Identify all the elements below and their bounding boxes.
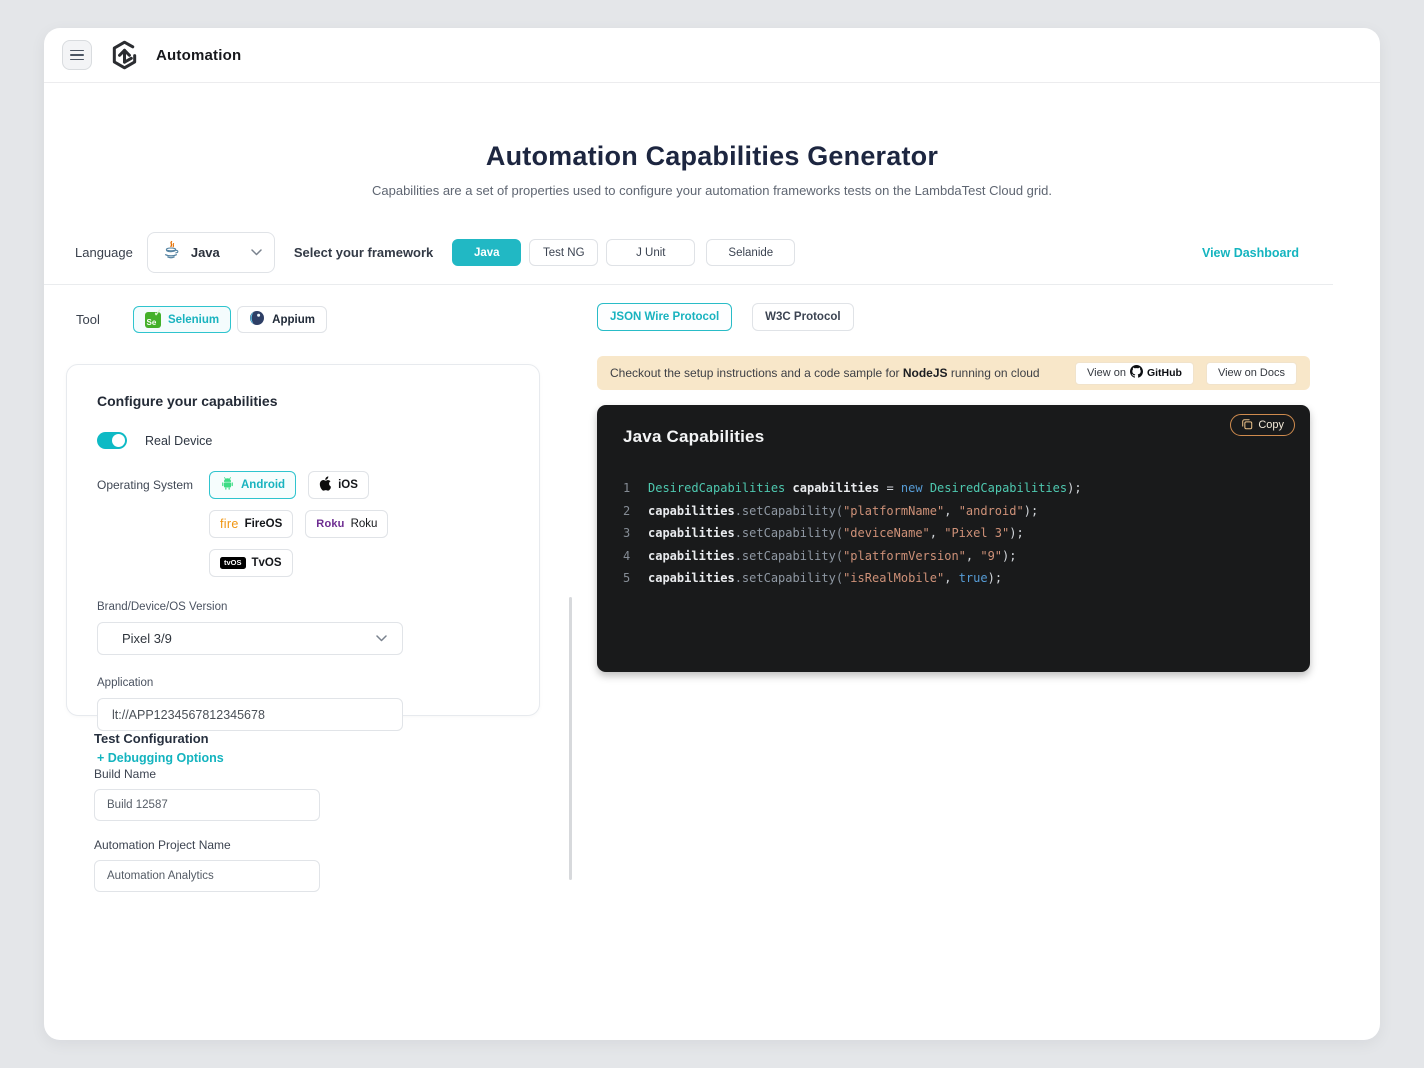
view-on-github-button[interactable]: View on GitHub <box>1075 362 1194 385</box>
os-options: Android iOS fire FireOS <box>209 471 459 577</box>
fire-logo: fire <box>220 517 239 531</box>
chevron-down-icon <box>251 249 262 256</box>
framework-label: Select your framework <box>294 245 433 260</box>
os-fireos-button[interactable]: fire FireOS <box>209 510 293 538</box>
os-fireos-label: FireOS <box>245 518 283 530</box>
tool-selenium-label: Selenium <box>168 314 219 326</box>
operating-system-label: Operating System <box>97 471 209 577</box>
view-on-docs-button[interactable]: View on Docs <box>1206 362 1297 385</box>
framework-tab-selanide[interactable]: Selanide <box>706 239 795 266</box>
code-line: 4capabilities.setCapability("platformVer… <box>623 545 1294 568</box>
hero: Automation Capabilities Generator Capabi… <box>44 141 1380 198</box>
view-dashboard-link[interactable]: View Dashboard <box>1202 246 1299 260</box>
tool-appium-button[interactable]: Appium <box>237 306 327 333</box>
os-android-button[interactable]: Android <box>209 471 296 499</box>
tool-appium-label: Appium <box>272 314 315 326</box>
code-line: 1DesiredCapabilities capabilities = new … <box>623 477 1294 500</box>
language-select[interactable]: Java <box>147 232 275 273</box>
menu-button[interactable] <box>62 40 92 70</box>
page-title: Automation Capabilities Generator <box>44 141 1380 172</box>
main-content: Tool Se ✓ Selenium Appium <box>44 285 1380 1032</box>
chevron-down-icon <box>376 635 387 642</box>
app-window: Automation Automation Capabilities Gener… <box>44 28 1380 1040</box>
project-name-input[interactable] <box>94 860 320 892</box>
language-value: Java <box>191 245 220 260</box>
device-version-label: Brand/Device/OS Version <box>97 601 509 613</box>
os-tvos-button[interactable]: tvOS TvOS <box>209 549 293 577</box>
scrollbar-thumb[interactable] <box>569 597 572 880</box>
github-icon <box>1130 365 1143 381</box>
lambdatest-logo-icon <box>109 39 140 71</box>
topbar: Automation <box>44 28 1380 83</box>
os-ios-button[interactable]: iOS <box>308 471 369 499</box>
real-device-label: Real Device <box>145 434 212 448</box>
apple-icon <box>319 476 332 494</box>
framework-tab-testng[interactable]: Test NG <box>529 239 598 266</box>
os-roku-button[interactable]: Roku Roku <box>305 510 388 538</box>
notice-text: Checkout the setup instructions and a co… <box>610 366 1040 380</box>
tab-w3c-protocol[interactable]: W3C Protocol <box>752 303 853 331</box>
android-icon <box>220 476 235 494</box>
code-line: 3capabilities.setCapability("deviceName"… <box>623 522 1294 545</box>
framework-tab-java[interactable]: Java <box>452 239 521 266</box>
copy-icon <box>1241 418 1253 433</box>
code-panel-title: Java Capabilities <box>623 427 764 447</box>
test-configuration-section: Test Configuration Build Name Automation… <box>94 731 320 909</box>
tool-row: Tool Se ✓ Selenium Appium <box>76 306 333 333</box>
build-name-label: Build Name <box>94 767 320 781</box>
application-label: Application <box>97 677 509 689</box>
code-body: 1DesiredCapabilities capabilities = new … <box>623 477 1294 590</box>
roku-logo: Roku <box>316 518 344 530</box>
build-name-input[interactable] <box>94 789 320 821</box>
os-ios-label: iOS <box>338 479 358 491</box>
test-configuration-title: Test Configuration <box>94 731 320 746</box>
project-name-label: Automation Project Name <box>94 838 320 852</box>
protocol-tabs: JSON Wire Protocol W3C Protocol <box>597 303 1310 331</box>
code-panel: Java Capabilities Copy 1DesiredCapabilit… <box>597 405 1310 672</box>
language-row: Language Java Select your framework Java <box>44 232 1380 273</box>
config-panel-title: Configure your capabilities <box>97 393 509 409</box>
code-line: 5capabilities.setCapability("isRealMobil… <box>623 567 1294 590</box>
tvos-logo: tvOS <box>220 557 246 570</box>
os-roku-label: Roku <box>351 518 378 530</box>
hamburger-icon <box>70 50 84 52</box>
language-label: Language <box>75 245 133 260</box>
setup-notice-banner: Checkout the setup instructions and a co… <box>597 356 1310 390</box>
os-android-label: Android <box>241 479 285 491</box>
appium-icon <box>249 310 265 329</box>
app-title: Automation <box>156 47 241 64</box>
right-column: JSON Wire Protocol W3C Protocol Checkout… <box>597 303 1310 672</box>
configure-capabilities-panel: Configure your capabilities Real Device … <box>66 364 540 716</box>
tool-selenium-button[interactable]: Se ✓ Selenium <box>133 306 231 333</box>
page-subtitle: Capabilities are a set of properties use… <box>44 183 1380 198</box>
device-version-value: Pixel 3/9 <box>122 631 172 646</box>
tab-json-wire-protocol[interactable]: JSON Wire Protocol <box>597 303 732 331</box>
operating-system-row: Operating System <box>97 471 509 577</box>
code-line: 2capabilities.setCapability("platformNam… <box>623 500 1294 523</box>
selenium-icon: Se ✓ <box>145 312 161 328</box>
application-input[interactable] <box>97 698 403 731</box>
os-tvos-label: TvOS <box>252 557 282 569</box>
framework-tab-junit[interactable]: J Unit <box>606 239 695 266</box>
real-device-toggle[interactable] <box>97 432 127 449</box>
tool-label: Tool <box>76 312 133 327</box>
real-device-row: Real Device <box>97 432 509 449</box>
java-icon <box>161 240 181 265</box>
device-version-select[interactable]: Pixel 3/9 <box>97 622 403 655</box>
copy-button[interactable]: Copy <box>1230 414 1295 436</box>
